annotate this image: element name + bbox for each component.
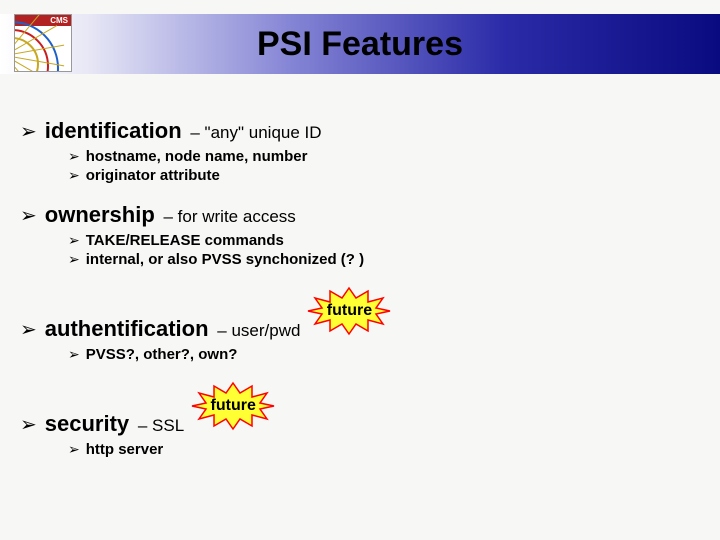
sub-item: ➢ TAKE/RELEASE commands [68, 232, 700, 249]
bullet-lead: ownership [45, 202, 155, 227]
bullet-arrow-icon: ➢ [20, 320, 37, 340]
sub-text: hostname, node name, number [86, 148, 308, 165]
bullet-lead: authentification [45, 316, 209, 341]
sub-item: ➢ hostname, node name, number [68, 148, 700, 165]
sub-list: ➢ http server [68, 441, 700, 458]
future-badge: future [190, 381, 276, 431]
sub-list: ➢ TAKE/RELEASE commands ➢ internal, or a… [68, 232, 700, 268]
sub-text: internal, or also PVSS synchonized (? ) [86, 251, 364, 268]
sub-arrow-icon: ➢ [68, 148, 80, 165]
badge-label: future [211, 397, 256, 415]
bullet-trail: – for write access [159, 207, 296, 226]
badge-label: future [327, 302, 372, 320]
sub-item: ➢ internal, or also PVSS synchonized (? … [68, 251, 700, 268]
cms-logo: CMS [14, 14, 72, 72]
content-area: ➢ identification – "any" unique ID ➢ hos… [20, 100, 700, 466]
bullet-arrow-icon: ➢ [20, 415, 37, 435]
bullet-arrow-icon: ➢ [20, 122, 37, 142]
bullet-lead: security [45, 411, 129, 436]
sub-arrow-icon: ➢ [68, 251, 80, 268]
bullet-authentification: ➢ authentification – user/pwd future [20, 286, 700, 342]
sub-text: TAKE/RELEASE commands [86, 232, 284, 249]
sub-item: ➢ PVSS?, other?, own? [68, 346, 700, 363]
bullet-trail: – "any" unique ID [186, 123, 322, 142]
bullet-ownership: ➢ ownership – for write access [20, 202, 700, 228]
bullet-lead: identification [45, 118, 182, 143]
sub-text: originator attribute [86, 167, 220, 184]
sub-item: ➢ originator attribute [68, 167, 700, 184]
sub-arrow-icon: ➢ [68, 167, 80, 184]
sub-text: http server [86, 441, 164, 458]
slide: PSI Features CMS ➢ identification – "any… [0, 0, 720, 540]
sub-arrow-icon: ➢ [68, 232, 80, 249]
sub-text: PVSS?, other?, own? [86, 346, 238, 363]
bullet-security: ➢ security – SSL future [20, 381, 700, 437]
future-badge: future [306, 286, 392, 336]
slide-title: PSI Features [0, 14, 720, 74]
sub-arrow-icon: ➢ [68, 441, 80, 458]
sub-arrow-icon: ➢ [68, 346, 80, 363]
bullet-identification: ➢ identification – "any" unique ID [20, 118, 700, 144]
bullet-trail: – user/pwd [213, 321, 301, 340]
bullet-trail: – SSL [133, 416, 184, 435]
sub-item: ➢ http server [68, 441, 700, 458]
sub-list: ➢ hostname, node name, number ➢ originat… [68, 148, 700, 184]
bullet-arrow-icon: ➢ [20, 206, 37, 226]
title-bar: PSI Features [0, 14, 720, 74]
sub-list: ➢ PVSS?, other?, own? [68, 346, 700, 363]
